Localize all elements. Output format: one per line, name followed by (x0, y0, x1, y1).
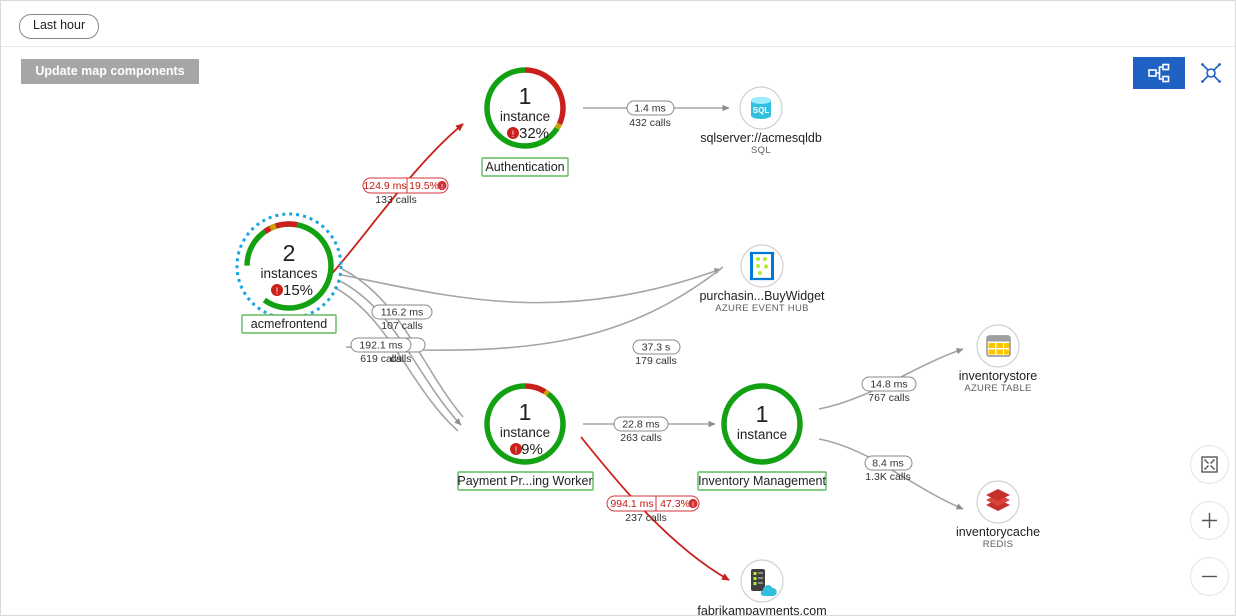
node-inventorystore[interactable]: inventorystore AZURE TABLE (959, 324, 1038, 394)
node-label: Payment Pr...ing Worker (457, 474, 592, 488)
error-percent: 32% (519, 125, 549, 142)
edge-calls: 237 calls (625, 512, 666, 524)
error-percent: 9% (521, 441, 543, 458)
instance-count: 2 (283, 240, 296, 266)
node-label: Authentication (485, 160, 564, 174)
node-label: inventorycache (956, 525, 1040, 539)
instance-count: 1 (519, 399, 532, 425)
svg-text:!: ! (276, 286, 279, 296)
svg-text:SQL: SQL (753, 106, 770, 115)
sql-database-icon: SQL (749, 96, 773, 120)
node-type-label: REDIS (983, 539, 1014, 550)
edge-duration: 192.1 ms (359, 340, 402, 352)
node-label: sqlserver://acmesqldb (700, 131, 822, 145)
instance-count: 1 (756, 401, 769, 427)
map-canvas[interactable]: Update map components 124.9 ms 19.5% ! 1… (1, 47, 1236, 616)
node-label: inventorystore (959, 369, 1038, 383)
node-inventory-management[interactable]: 1 instance Inventory Management (697, 383, 827, 491)
node-purchasing-buywidget[interactable]: purchasin...BuyWidget AZURE EVENT HUB (699, 244, 825, 314)
svg-text:!: ! (512, 129, 515, 139)
node-type-label: SQL (751, 145, 771, 156)
instance-unit: instance (500, 425, 550, 440)
error-badge-icon: ! (692, 500, 694, 509)
time-range-picker[interactable]: Last hour (19, 14, 100, 39)
edge-label-authentication-acmesqldb[interactable]: 1.4 ms 432 calls (626, 100, 675, 129)
node-inventorycache[interactable]: inventorycache REDIS (956, 480, 1040, 550)
edge-error-pct: 47.3% (660, 498, 690, 510)
edge-duration: 22.8 ms (622, 419, 659, 431)
top-toolbar: Last hour (1, 1, 1235, 47)
edge-label-payment-buywidget[interactable]: 37.3 s 179 calls (632, 339, 681, 367)
error-percent: 15% (283, 282, 313, 299)
node-type-label: AZURE EVENT HUB (715, 303, 809, 314)
node-fabrikampayments[interactable]: fabrikampayments.com (697, 559, 827, 616)
edge-calls: 179 calls (635, 355, 676, 367)
node-authentication[interactable]: 1 instance ! 32% Authentication (481, 67, 569, 177)
application-map-graph[interactable]: 124.9 ms 19.5% ! 133 calls 1.4 ms 432 ca… (1, 47, 1236, 616)
edge-duration: 37.3 s (642, 342, 671, 354)
edge-duration: 994.1 ms (610, 498, 653, 510)
edge-calls: 767 calls (868, 392, 909, 404)
edge-label-payment-inventory[interactable]: 22.8 ms 263 calls (613, 416, 669, 444)
node-type-label: AZURE TABLE (964, 383, 1031, 394)
node-label: acmefrontend (251, 317, 327, 331)
edge-label-acmefrontend-authentication[interactable]: 124.9 ms 19.5% ! 133 calls (362, 177, 449, 206)
edge-duration: 14.8 ms (870, 379, 907, 391)
edge-label-inventory-inventorystore[interactable]: 14.8 ms 767 calls (861, 376, 917, 404)
instance-unit: instance (500, 109, 550, 124)
svg-text:!: ! (515, 445, 518, 455)
edge-calls: 1.3K calls (865, 471, 911, 483)
node-label: Inventory Management (698, 474, 826, 488)
edge-label-payment-fabrikam[interactable]: 994.1 ms 47.3% ! 237 calls (606, 495, 700, 524)
edge-calls: 263 calls (620, 432, 661, 444)
edge-calls: 133 calls (375, 194, 416, 206)
edge-error-pct: 19.5% (409, 180, 439, 192)
node-label: purchasin...BuyWidget (699, 289, 825, 303)
edge-duration: 124.9 ms (363, 180, 406, 192)
edge-calls: 107 calls (381, 320, 422, 332)
instance-unit: instance (737, 427, 787, 442)
node-label: fabrikampayments.com (697, 604, 826, 616)
edge-label-inventory-inventorycache[interactable]: 8.4 ms 1.3K calls (864, 455, 913, 483)
edge-calls: 432 calls (629, 117, 670, 129)
node-payment-processing-worker[interactable]: 1 instance ! 9% Payment Pr...ing Worker (457, 383, 594, 491)
edge-duration: 116.2 ms (381, 307, 423, 319)
instance-count: 1 (519, 83, 532, 109)
edge-duration: 1.4 ms (634, 103, 666, 115)
edge-label-acmefrontend-buywidget[interactable]: 116.2 ms 107 calls (371, 304, 433, 332)
edge-duration: 8.4 ms (872, 458, 904, 470)
error-badge-icon: ! (441, 182, 443, 191)
node-acmefrontend[interactable]: 2 instances ! 15% acmefrontend (235, 212, 343, 334)
azure-table-icon (986, 335, 1011, 357)
edge-acmefrontend-buywidget[interactable] (341, 268, 722, 304)
instance-unit: instances (260, 266, 317, 281)
application-map-page: Last hour Update map components 124.9 ms… (0, 0, 1236, 616)
edge-calls: 619 calls (360, 353, 401, 365)
node-acmesqldb[interactable]: SQL sqlserver://acmesqldb SQL (700, 86, 822, 156)
